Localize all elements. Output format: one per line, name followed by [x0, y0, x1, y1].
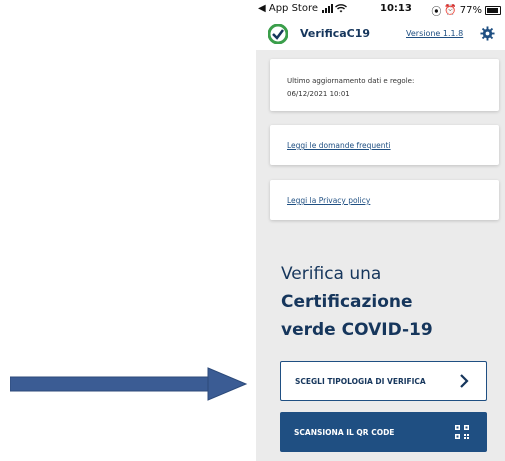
- alarm-icon: ⏰: [444, 5, 457, 16]
- last-update-card: Ultimo aggiornamento dati e regole: 06/1…: [270, 59, 499, 111]
- verificac19-logo-icon: [268, 24, 288, 44]
- app-title: VerificaC19: [300, 27, 371, 40]
- verify-heading-line2: Certificazione: [281, 292, 413, 312]
- verify-heading: Verifica una Certificazione verde COVID-…: [281, 260, 433, 344]
- privacy-card[interactable]: Leggi la Privacy policy: [270, 180, 499, 220]
- chevron-right-icon: [460, 374, 469, 388]
- app-header: VerificaC19 Versione 1.1.8: [256, 18, 505, 50]
- choose-verification-type-button[interactable]: SCEGLI TIPOLOGIA DI VERIFICA: [280, 361, 487, 401]
- battery-icon: [485, 6, 501, 15]
- privacy-policy-link[interactable]: Leggi la Privacy policy: [287, 196, 370, 205]
- choose-verification-type-label: SCEGLI TIPOLOGIA DI VERIFICA: [295, 377, 426, 386]
- faq-link[interactable]: Leggi le domande frequenti: [287, 141, 391, 150]
- wifi-icon: [335, 4, 347, 13]
- verify-heading-line3: verde COVID-19: [281, 320, 433, 340]
- scan-qr-code-button[interactable]: SCANSIONA IL QR CODE: [280, 412, 487, 452]
- faq-card[interactable]: Leggi le domande frequenti: [270, 125, 499, 165]
- back-to-app-store[interactable]: ◀ App Store: [258, 3, 318, 14]
- version-link[interactable]: Versione 1.1.8: [406, 29, 463, 38]
- qr-code-icon: [455, 425, 469, 439]
- location-icon: ⦿: [431, 7, 442, 18]
- annotation-arrow: [10, 367, 248, 401]
- signal-icon: [322, 4, 334, 13]
- scan-qr-code-label: SCANSIONA IL QR CODE: [294, 428, 395, 437]
- status-time: 10:13: [380, 3, 412, 14]
- gear-icon[interactable]: [480, 26, 495, 41]
- status-bar: ◀ App Store 10:13 ⦿ ⏰ 77%: [256, 0, 505, 18]
- battery-percentage: 77%: [459, 5, 482, 16]
- last-update-label: Ultimo aggiornamento dati e regole:: [287, 77, 415, 85]
- phone-screen: ◀ App Store 10:13 ⦿ ⏰ 77% VerificaC19 Ve…: [256, 0, 505, 461]
- verify-heading-line1: Verifica una: [281, 264, 382, 284]
- last-update-value: 06/12/2021 10:01: [287, 90, 350, 98]
